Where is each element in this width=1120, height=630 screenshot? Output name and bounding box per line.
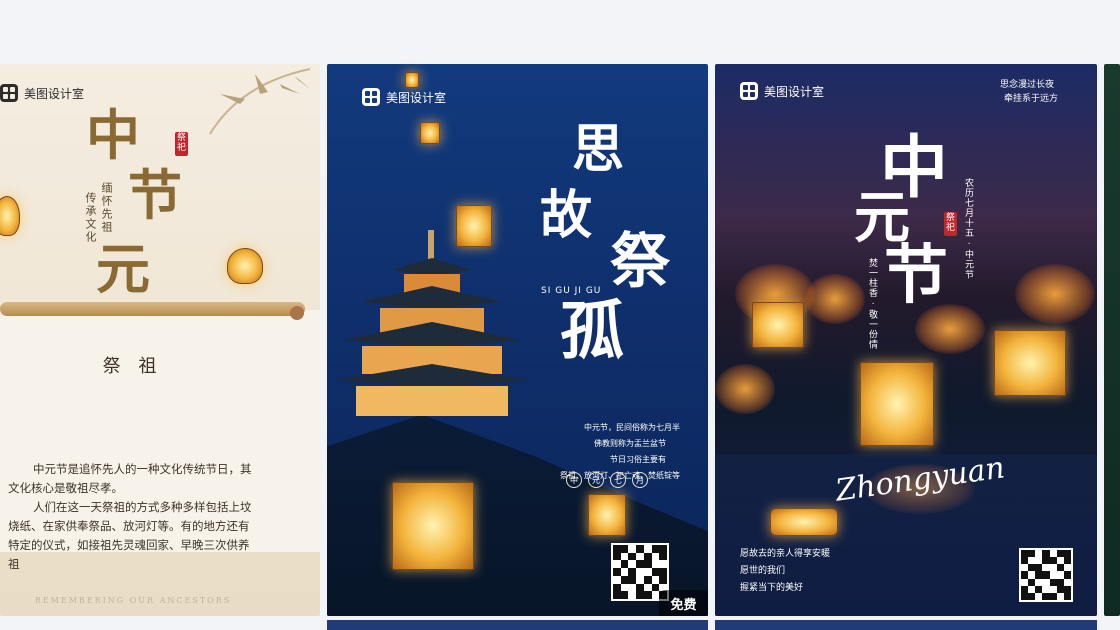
river-lantern-icon [860,362,934,446]
card1-footer: REMEMBERING OUR ANCESTORS [34,596,232,605]
brand-logo-icon [0,84,18,102]
floating-lantern-icon [456,205,492,247]
brand-name: 美图设计室 [24,86,85,101]
card2-brand: 美图设计室 [362,88,446,106]
card2-pinyin: SI GU JI GU [541,286,602,296]
card2-tag: 七 [610,472,626,488]
brand-name: 美图设计室 [764,84,825,99]
river-lantern-icon [994,330,1066,396]
card1-paragraph-2: 人们在这一天祭祖的方式多种多样包括上坟烧纸、在家供奉祭品、放河灯等。有的地方还有… [8,500,252,571]
brand-logo-icon [740,82,758,100]
card3-brand: 美图设计室 [740,82,824,100]
card2-text-line-1: 中元节，民间俗称为七月半 [584,423,680,432]
card2-tag: 元 [588,472,604,488]
card2-char-2: 故 [540,185,593,246]
candle-icon [770,508,838,536]
next-row-card-edge [327,620,708,630]
free-badge: 免费 [659,590,708,616]
scroll-rod [0,302,305,316]
bokeh-light [1015,264,1095,324]
sky-lantern-icon [227,248,263,284]
card3-bottom-line-2: 愿世的我们 [740,566,786,576]
card1-subtitle: 祭 祖 [102,356,163,377]
card2-text-line-2: 佛教则称为盂兰盆节 [594,439,666,448]
card1-vertical-line-1: 缅怀先祖 [100,182,113,234]
card3-char-3: 节 [884,238,948,313]
card2-tag: 月 [632,472,648,488]
top-bar [0,0,1120,64]
card3-top-right-line-2: 牵挂系于远方 [1004,94,1059,104]
card2-tag: 中 [566,472,582,488]
card3-vertical-right: 农历七月十五 · 中元节 [963,178,973,280]
card3-bottom-line-1: 愿故去的亲人得享安暖 [740,549,831,559]
brand-name: 美图设计室 [386,90,447,105]
card1-brand: 美图设计室 [0,84,84,102]
brand-logo-icon [362,88,380,106]
floating-lantern-icon [405,72,419,88]
card3-seal: 祭祀 [944,212,957,236]
card3-vertical-left: 焚一柱香 · 敬一份情 [867,258,877,350]
card1-title-char-2: 节 [128,163,182,227]
bokeh-light [805,274,865,324]
card1-title-char-1: 中 [86,103,140,167]
floating-lantern-icon [420,122,440,144]
card2-char-4: 孤 [560,294,624,369]
template-card-partial[interactable] [1104,64,1120,616]
card2-char-1: 思 [572,119,625,180]
card2-text-line-3: 节日习俗主要有 [610,455,666,464]
scroll-knob [290,306,304,320]
bokeh-light [715,364,775,414]
river-lantern-icon [752,302,804,348]
card2-char-3: 祭 [610,227,670,297]
card3-top-right-line-1: 思念漫过长夜 [1000,80,1055,90]
card1-title-char-3: 元 [96,237,150,301]
card3-qr-code [1019,548,1073,602]
card1-vertical-line-2: 传承文化 [84,192,97,244]
card1-seal: 祭祀 [175,132,188,156]
bamboo-decoration [209,68,311,135]
card1-paragraph-1: 中元节是追怀先人的一种文化传统节日，其文化核心是敬祖尽孝。 [8,462,252,495]
card3-bottom-line-3: 握紧当下的美好 [740,583,804,593]
floating-lantern-icon [588,494,626,536]
pagoda-illustration [336,230,528,416]
floating-lantern-icon [392,482,474,570]
next-row-card-edge [715,620,1097,630]
card2-tag-row: 中 元 七 月 [566,472,648,488]
